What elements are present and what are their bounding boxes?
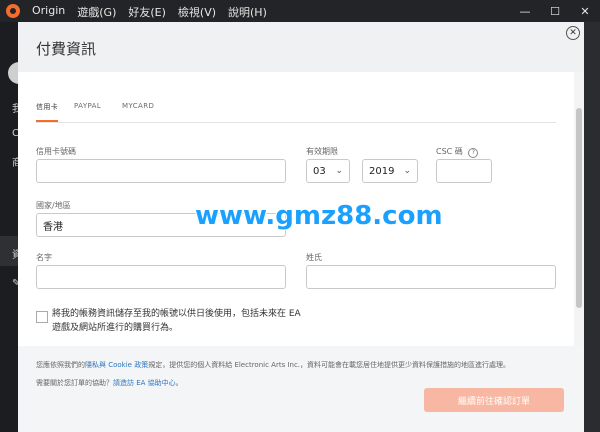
help-icon[interactable]: ? xyxy=(468,148,479,158)
tab-mycard[interactable]: MYCARD xyxy=(122,102,154,110)
scrollbar-thumb[interactable] xyxy=(576,108,582,308)
right-strip xyxy=(582,22,600,432)
privacy-notice: 您應依照我們的隱私與 Cookie 政策規定，提供您的個人資料給 Electro… xyxy=(36,360,566,370)
modal-scrollbar[interactable] xyxy=(574,72,584,346)
expiry-year-select[interactable]: 2019 ⌄ xyxy=(362,159,418,183)
expiry-year-value: 2019 xyxy=(369,165,395,177)
menu-help[interactable]: 說明(H) xyxy=(228,4,267,20)
help-center-link[interactable]: 請造訪 EA 協助中心 xyxy=(113,379,176,387)
card-number-input[interactable] xyxy=(36,159,286,183)
origin-logo-icon xyxy=(6,4,20,18)
modal-header: 付費資訊 ✕ xyxy=(18,22,584,72)
card-number-label: 信用卡號碼 xyxy=(36,147,76,156)
maximize-button[interactable]: ☐ xyxy=(540,0,570,22)
expiry-label: 有效期限 xyxy=(306,147,338,156)
help-notice: 需要關於您訂單的協助？請造訪 EA 協助中心。 xyxy=(36,378,183,388)
minimize-button[interactable]: — xyxy=(510,0,540,22)
last-name-label: 姓氏 xyxy=(306,253,322,262)
csc-label-text: CSC 碼 xyxy=(436,147,463,156)
site-watermark: www.gmz88.com xyxy=(195,201,443,231)
menu-bar: Origin 遊戲(G) 好友(E) 檢視(V) 說明(H) xyxy=(32,4,267,20)
close-icon[interactable]: ✕ xyxy=(566,26,580,40)
help-prefix: 需要關於您訂單的協助？ xyxy=(36,379,113,387)
last-name-input[interactable] xyxy=(306,265,556,289)
save-info-text: 將我的帳務資訊儲存至我的帳號以供日後使用，包括未來在 EA 遊戲及網站所進行的購… xyxy=(52,309,301,333)
chevron-down-icon: ⌄ xyxy=(335,166,343,176)
tab-paypal[interactable]: PAYPAL xyxy=(74,102,101,110)
csc-label: CSC 碼 ? xyxy=(436,146,479,158)
modal-title: 付費資訊 xyxy=(36,40,97,58)
privacy-suffix: 規定，提供您的個人資料給 Electronic Arts Inc.，資料可能會在… xyxy=(148,361,511,369)
country-value: 香港 xyxy=(43,221,63,233)
save-info-checkbox[interactable] xyxy=(36,311,48,323)
menu-friends[interactable]: 好友(E) xyxy=(128,4,166,20)
expiry-month-value: 03 xyxy=(313,165,326,177)
left-sidebar: 我 C 商 資 ✎ xyxy=(0,22,30,432)
window-close-button[interactable]: ✕ xyxy=(570,0,600,22)
first-name-label: 名字 xyxy=(36,253,52,262)
window-controls: — ☐ ✕ xyxy=(510,0,600,22)
payment-tabs: 信用卡 PAYPAL MYCARD xyxy=(36,98,556,123)
first-name-input[interactable] xyxy=(36,265,286,289)
csc-input[interactable] xyxy=(436,159,492,183)
chevron-down-icon: ⌄ xyxy=(403,166,411,176)
continue-order-button[interactable]: 繼續前往確認訂單 xyxy=(424,388,564,412)
help-suffix: 。 xyxy=(175,379,183,387)
menu-view[interactable]: 檢視(V) xyxy=(178,4,216,20)
menu-origin[interactable]: Origin xyxy=(32,4,65,20)
privacy-link[interactable]: 隱私與 Cookie 政策 xyxy=(85,361,148,369)
tab-credit-card[interactable]: 信用卡 xyxy=(36,102,59,122)
country-label: 國家/地區 xyxy=(36,201,71,210)
menu-games[interactable]: 遊戲(G) xyxy=(77,4,116,20)
modal-footer: 您應依照我們的隱私與 Cookie 政策規定，提供您的個人資料給 Electro… xyxy=(18,346,584,432)
privacy-prefix: 您應依照我們的 xyxy=(36,361,85,369)
title-bar: Origin 遊戲(G) 好友(E) 檢視(V) 說明(H) — ☐ ✕ xyxy=(0,0,600,22)
expiry-month-select[interactable]: 03 ⌄ xyxy=(306,159,350,183)
